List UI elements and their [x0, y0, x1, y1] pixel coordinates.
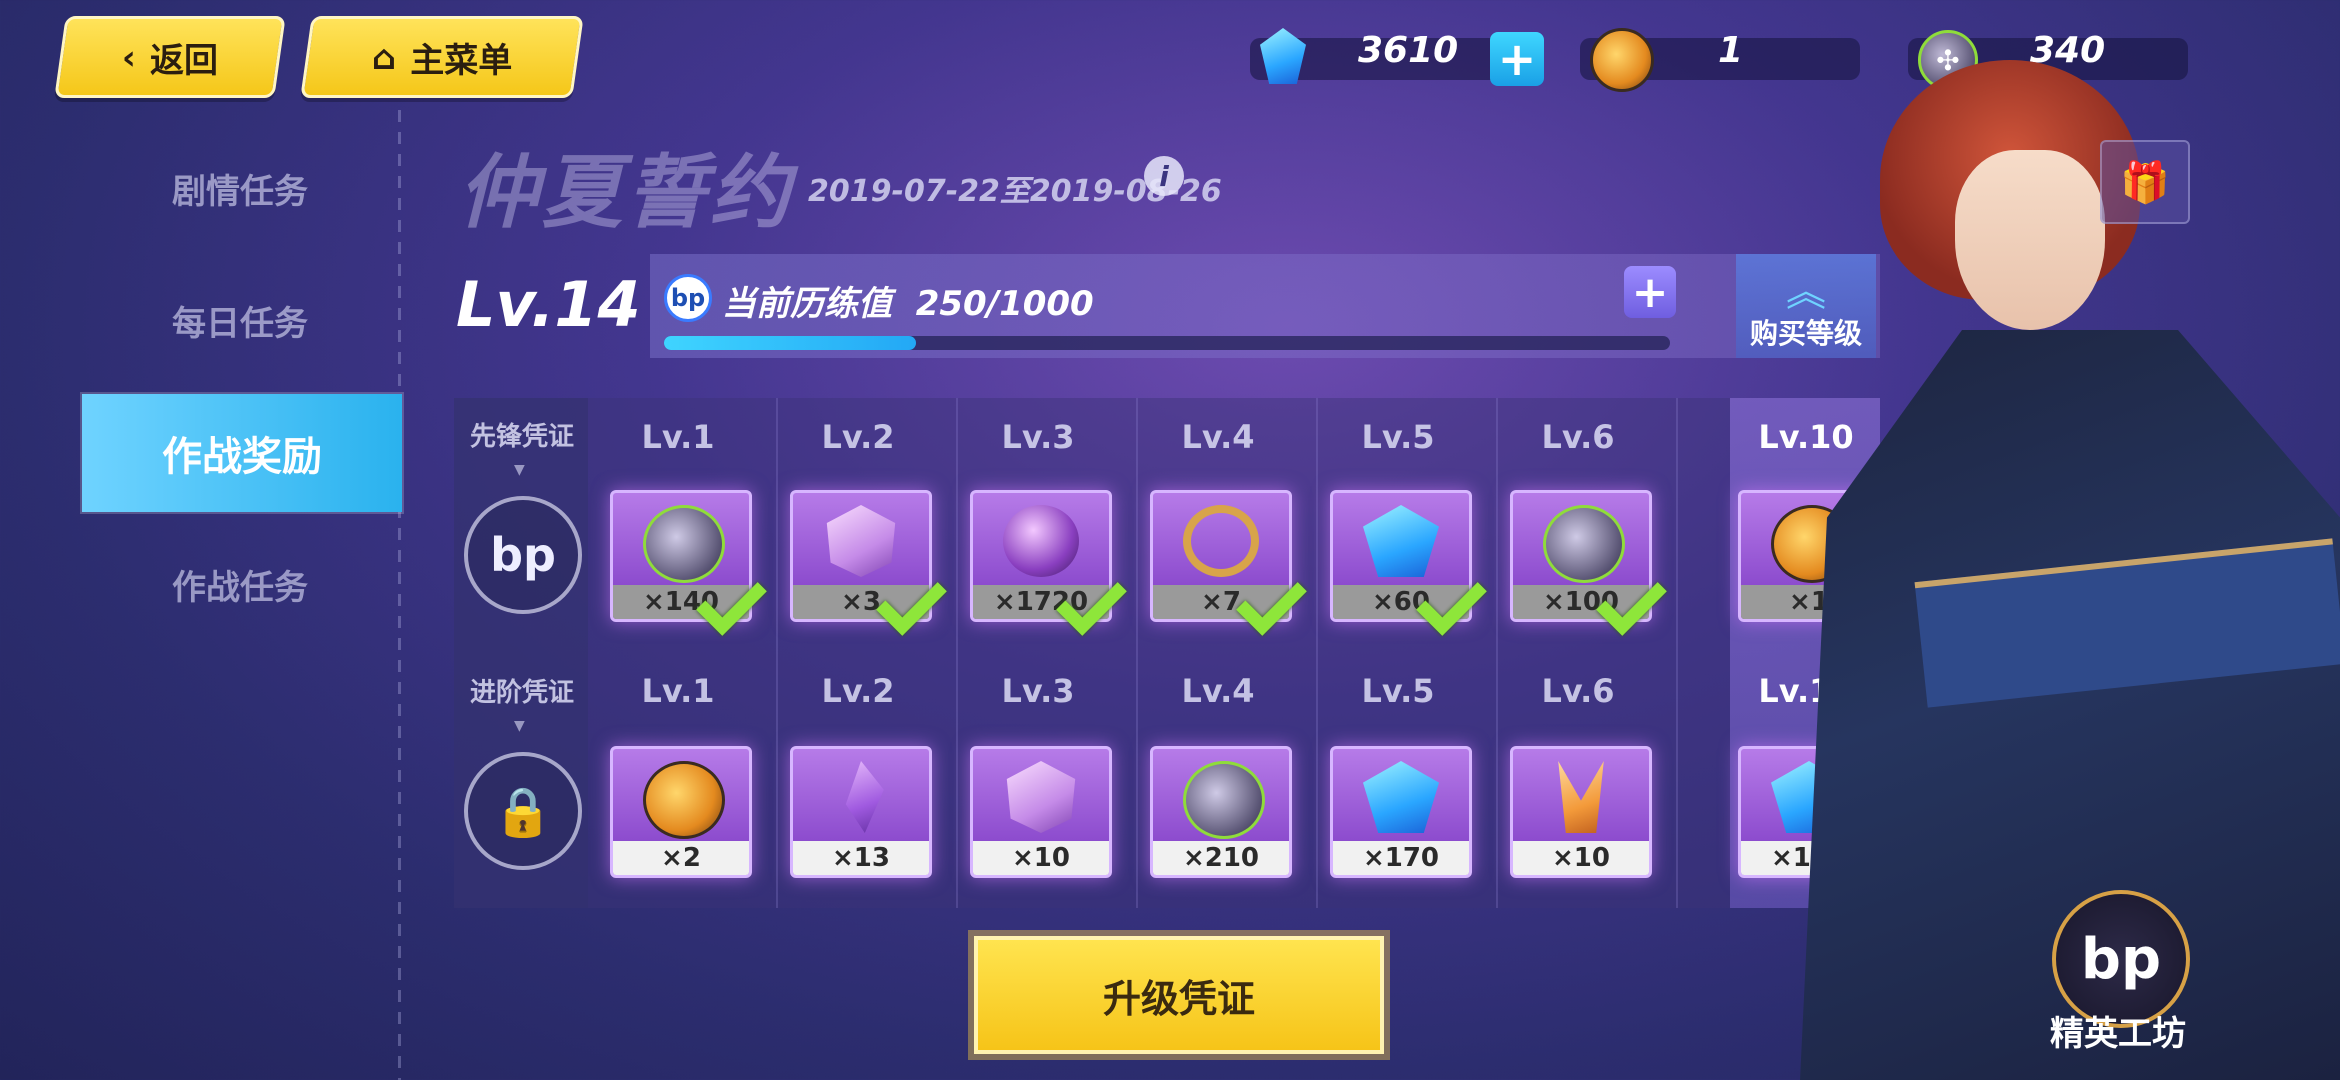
- checkmark-icon: [694, 576, 764, 626]
- reward-level-label: Lv.2: [821, 672, 895, 710]
- bp-coin-icon: [1543, 505, 1625, 583]
- gift-icon[interactable]: 🎁: [2100, 140, 2190, 224]
- reward-card[interactable]: ×170: [1330, 746, 1472, 878]
- level-label: Lv.14: [456, 268, 641, 341]
- xp-label-text: 当前历练值: [722, 284, 892, 324]
- reward-level-label: Lv.1: [641, 418, 715, 456]
- bp-coin-icon: [643, 505, 725, 583]
- elite-workshop-label: 精英工坊: [2050, 1014, 2186, 1054]
- buy-level-button[interactable]: ︽ 购买等级: [1736, 254, 1876, 358]
- xp-label: 当前历练值 250/1000: [722, 276, 1094, 325]
- row-label-vanguard: 先锋凭证: [469, 422, 574, 452]
- purple-orb-icon: [1003, 505, 1079, 577]
- reward-count: ×10: [973, 841, 1109, 875]
- sidebar-item-daily[interactable]: 每日任务: [80, 260, 400, 380]
- blue-crystal-icon: [1363, 761, 1439, 833]
- column-divider: [956, 398, 958, 908]
- chevron-left-icon: ‹: [121, 37, 136, 77]
- sidebar-item-rewards[interactable]: 作战奖励: [82, 394, 402, 512]
- reward-level-label: Lv.5: [1361, 418, 1435, 456]
- bp-emblem-icon: bp: [464, 496, 582, 614]
- pink-crystal-icon: [826, 505, 896, 577]
- checkmark-icon: [1594, 576, 1664, 626]
- sidebar-item-label: 作战奖励: [162, 434, 322, 480]
- column-divider: [776, 398, 778, 908]
- reward-count: ×2: [613, 841, 749, 875]
- checkmark-icon: [1054, 576, 1124, 626]
- back-label: 返回: [150, 40, 218, 81]
- buy-level-label: 购买等级: [1749, 317, 1862, 350]
- info-icon[interactable]: i: [1144, 156, 1184, 196]
- back-button[interactable]: ‹ 返回: [54, 16, 286, 98]
- reward-level-label: Lv.1: [641, 672, 715, 710]
- main-menu-button[interactable]: ⌂ 主菜单: [300, 16, 584, 98]
- reward-level-label: Lv.3: [1001, 418, 1075, 456]
- reward-level-label: Lv.6: [1541, 418, 1615, 456]
- bp-badge-icon: bp: [664, 274, 712, 322]
- bp-coin-icon: [1183, 761, 1265, 839]
- reward-count: ×10: [1513, 841, 1649, 875]
- sidebar-item-label: 作战任务: [172, 567, 308, 608]
- amber-coin-icon: [1590, 28, 1654, 92]
- character-face: [1955, 150, 2105, 330]
- xp-progress-track: [664, 336, 1670, 350]
- double-chevron-up-icon: ︽: [1786, 269, 1826, 315]
- reward-count: ×13: [793, 841, 929, 875]
- checkmark-icon: [1234, 576, 1304, 626]
- column-divider: [1676, 398, 1678, 908]
- reward-level-label: Lv.4: [1181, 672, 1255, 710]
- column-divider: [1496, 398, 1498, 908]
- upgrade-pass-label: 升级凭证: [1102, 976, 1255, 1021]
- orange-shard-icon: [1558, 761, 1604, 833]
- crystal-count: 3610: [1358, 30, 1459, 71]
- purple-feather-icon: [845, 761, 884, 833]
- add-crystal-button[interactable]: +: [1490, 32, 1544, 86]
- reward-card[interactable]: ×10: [970, 746, 1112, 878]
- add-xp-button[interactable]: +: [1624, 266, 1676, 318]
- home-icon: ⌂: [371, 37, 397, 77]
- reward-level-label: Lv.3: [1001, 672, 1075, 710]
- upgrade-pass-button[interactable]: 升级凭证: [974, 936, 1384, 1054]
- xp-progress-fill: [664, 336, 916, 350]
- reward-card[interactable]: ×13: [790, 746, 932, 878]
- row-label-advanced: 进阶凭证: [469, 678, 574, 708]
- sidebar-item-label: 剧情任务: [172, 171, 308, 212]
- column-divider: [1136, 398, 1138, 908]
- sp-coin-count: 1: [1718, 30, 1744, 71]
- gold-ring-icon: [1183, 505, 1259, 577]
- reward-level-label: Lv.2: [821, 418, 895, 456]
- amber-orb-icon: [643, 761, 725, 839]
- reward-card[interactable]: ×10: [1510, 746, 1652, 878]
- reward-level-label: Lv.5: [1361, 672, 1435, 710]
- checkmark-icon: [874, 576, 944, 626]
- reward-card[interactable]: ×210: [1150, 746, 1292, 878]
- blue-crystal-icon: [1363, 505, 1439, 577]
- reward-count: ×210: [1153, 841, 1289, 875]
- reward-level-label: Lv.10: [1758, 418, 1854, 456]
- triangle-down-icon: ▼: [514, 718, 525, 734]
- reward-level-label: Lv.4: [1181, 418, 1255, 456]
- sidebar-item-story[interactable]: 剧情任务: [80, 128, 400, 248]
- event-title: 仲夏誓约: [458, 146, 794, 239]
- column-divider: [1316, 398, 1318, 908]
- xp-value: 250/1000: [915, 284, 1094, 324]
- checkmark-icon: [1414, 576, 1484, 626]
- sidebar-item-missions[interactable]: 作战任务: [80, 524, 400, 644]
- main-menu-label: 主菜单: [410, 40, 513, 81]
- pink-crystal-icon: [1006, 761, 1076, 833]
- lock-icon: 🔒: [464, 752, 582, 870]
- reward-level-label: Lv.6: [1541, 672, 1615, 710]
- reward-count: ×170: [1333, 841, 1469, 875]
- triangle-down-icon: ▼: [514, 462, 525, 478]
- sidebar-item-label: 每日任务: [172, 303, 308, 344]
- reward-card[interactable]: ×2: [610, 746, 752, 878]
